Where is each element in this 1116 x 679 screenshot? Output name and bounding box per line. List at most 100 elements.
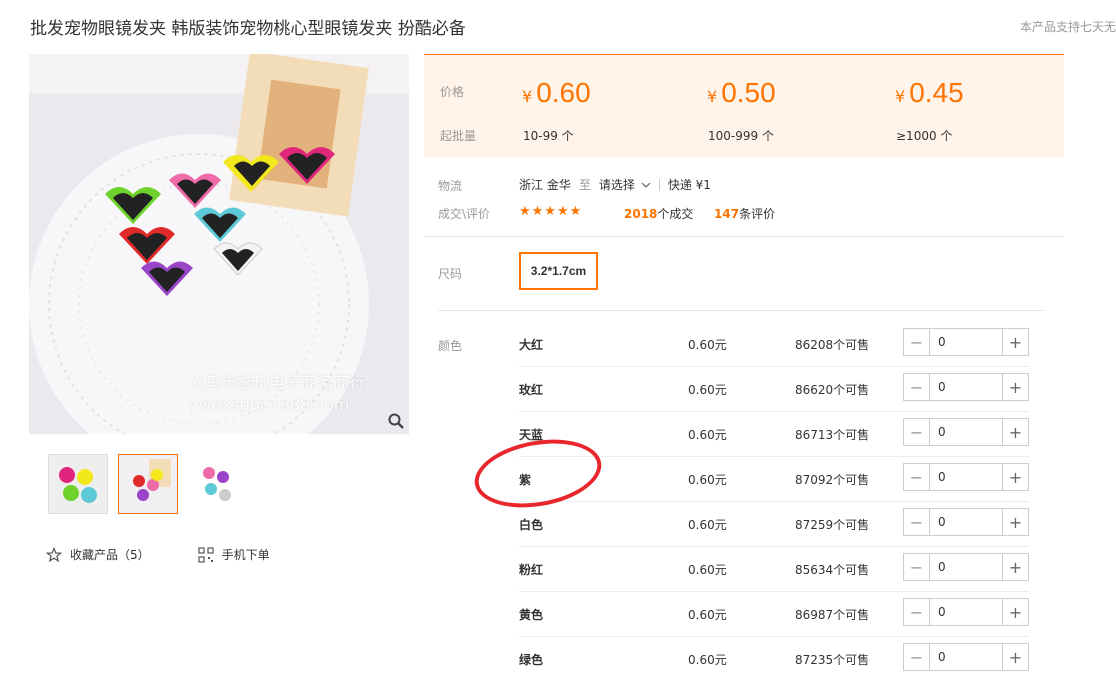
color-row: 黄色 0.60元 86987个可售 − + — [519, 592, 1029, 637]
decrement-button[interactable]: − — [904, 464, 930, 490]
color-price: 0.60元 — [688, 338, 727, 352]
deal-review-label: 成交\评价 — [438, 207, 491, 221]
color-name: 大红 — [519, 338, 544, 352]
quantity-stepper: − + — [903, 418, 1029, 446]
increment-button[interactable]: + — [1002, 419, 1028, 445]
thumbnail-strip — [48, 454, 248, 514]
service-promise: 本产品支持七天无 — [1019, 20, 1116, 34]
color-row: 大红 0.60元 86208个可售 − + — [519, 322, 1029, 367]
color-stock: 86713个可售 — [795, 428, 870, 442]
thumbnail-image — [49, 455, 107, 513]
quantity-input[interactable] — [930, 464, 1002, 490]
review-count[interactable]: 147条评价 — [714, 205, 775, 222]
size-label: 尺码 — [438, 267, 463, 281]
logistics-label: 物流 — [438, 179, 463, 193]
color-row: 玫红 0.60元 86620个可售 − + — [519, 367, 1029, 412]
review-count-suffix: 条评价 — [739, 207, 776, 221]
price-tier-2: ¥ 0.50 — [707, 77, 776, 108]
quantity-input[interactable] — [930, 509, 1002, 535]
decrement-button[interactable]: − — [904, 509, 930, 535]
increment-button[interactable]: + — [1002, 509, 1028, 535]
thumbnail-image — [119, 455, 177, 513]
decrement-button[interactable]: − — [904, 419, 930, 445]
destination-select-label: 请选择 — [598, 178, 635, 192]
color-price: 0.60元 — [688, 428, 727, 442]
range-tier-1: 10-99 个 — [523, 129, 574, 143]
color-stock: 86208个可售 — [795, 338, 870, 352]
review-count-number: 147 — [714, 207, 740, 221]
size-option[interactable]: 3.2*1.7cm — [519, 252, 598, 290]
ship-from: 浙江 金华 — [519, 178, 571, 192]
range-tier-3: ≥1000 个 — [896, 129, 953, 143]
thumbnail-image — [189, 455, 247, 513]
increment-button[interactable]: + — [1002, 374, 1028, 400]
rating-stars: ★★★★★ — [519, 204, 583, 219]
express-fee: 快递 ¥1 — [667, 178, 711, 192]
increment-button[interactable]: + — [1002, 599, 1028, 625]
quantity-stepper: − + — [903, 553, 1029, 581]
main-product-image[interactable]: 义乌市酷玩电子商务商行 ywdxsppj.1688.com — [29, 54, 409, 434]
quantity-stepper: − + — [903, 373, 1029, 401]
thumbnail-1[interactable] — [48, 454, 108, 514]
color-name: 黄色 — [519, 608, 544, 622]
price-tier-3: ¥ 0.45 — [895, 77, 964, 108]
color-price: 0.60元 — [688, 518, 727, 532]
quantity-input[interactable] — [930, 554, 1002, 580]
quantity-input[interactable] — [930, 644, 1002, 670]
decrement-button[interactable]: − — [904, 599, 930, 625]
color-price: 0.60元 — [688, 653, 727, 667]
divider — [438, 310, 1044, 311]
price-label: 价格 — [440, 85, 465, 99]
color-price: 0.60元 — [688, 473, 727, 487]
color-name: 白色 — [519, 518, 544, 532]
quantity-input[interactable] — [930, 599, 1002, 625]
qr-code-icon — [198, 546, 214, 563]
color-stock: 85634个可售 — [795, 563, 870, 577]
price-box: 价格 起批量 ¥ 0.60 10-99 个 ¥ 0.50 100-999 个 ¥… — [424, 54, 1064, 158]
to-word: 至 — [578, 178, 591, 192]
thumbnail-3[interactable] — [188, 454, 248, 514]
favorite-label: 收藏产品（5） — [70, 548, 150, 562]
zoom-icon[interactable] — [387, 412, 405, 430]
deal-count[interactable]: 2018个成交 — [624, 205, 693, 222]
mobile-order-button[interactable]: 手机下单 — [198, 546, 270, 563]
quantity-input[interactable] — [930, 374, 1002, 400]
quantity-stepper: − + — [903, 508, 1029, 536]
decrement-button[interactable]: − — [904, 374, 930, 400]
color-stock: 87092个可售 — [795, 473, 870, 487]
price-tier-1: ¥ 0.60 — [522, 77, 591, 108]
destination-select[interactable]: 请选择 — [599, 176, 651, 193]
logistics-row: 浙江 金华 至 请选择 快递 ¥1 — [519, 176, 711, 193]
color-stock: 87235个可售 — [795, 653, 870, 667]
color-price: 0.60元 — [688, 608, 727, 622]
star-outline-icon — [46, 546, 62, 562]
quantity-input[interactable] — [930, 419, 1002, 445]
min-order-label: 起批量 — [440, 129, 477, 143]
increment-button[interactable]: + — [1002, 329, 1028, 355]
color-price: 0.60元 — [688, 563, 727, 577]
decrement-button[interactable]: − — [904, 329, 930, 355]
deal-count-suffix: 个成交 — [657, 207, 694, 221]
quantity-input[interactable] — [930, 329, 1002, 355]
color-row: 粉红 0.60元 85634个可售 − + — [519, 547, 1029, 592]
deal-count-number: 2018 — [624, 207, 658, 221]
color-row: 天蓝 0.60元 86713个可售 − + — [519, 412, 1029, 457]
mobile-order-label: 手机下单 — [221, 548, 270, 562]
thumbnail-2[interactable] — [118, 454, 178, 514]
watermark: 义乌市酷玩电子商务商行 ywdxsppj.1688.com — [189, 373, 366, 414]
range-tier-2: 100-999 个 — [708, 129, 774, 143]
page-title: 批发宠物眼镜发夹 韩版装饰宠物桃心型眼镜发夹 扮酷必备 — [30, 19, 466, 39]
color-row: 白色 0.60元 87259个可售 − + — [519, 502, 1029, 547]
quantity-stepper: − + — [903, 643, 1029, 671]
decrement-button[interactable]: − — [904, 644, 930, 670]
increment-button[interactable]: + — [1002, 644, 1028, 670]
product-actions: 收藏产品（5） 手机下单 — [46, 546, 318, 563]
decrement-button[interactable]: − — [904, 554, 930, 580]
divider — [424, 236, 1064, 237]
increment-button[interactable]: + — [1002, 554, 1028, 580]
color-name: 玫红 — [519, 383, 544, 397]
favorite-button[interactable]: 收藏产品（5） — [46, 546, 150, 563]
color-row: 绿色 0.60元 87235个可售 − + — [519, 637, 1029, 679]
increment-button[interactable]: + — [1002, 464, 1028, 490]
color-stock: 87259个可售 — [795, 518, 870, 532]
